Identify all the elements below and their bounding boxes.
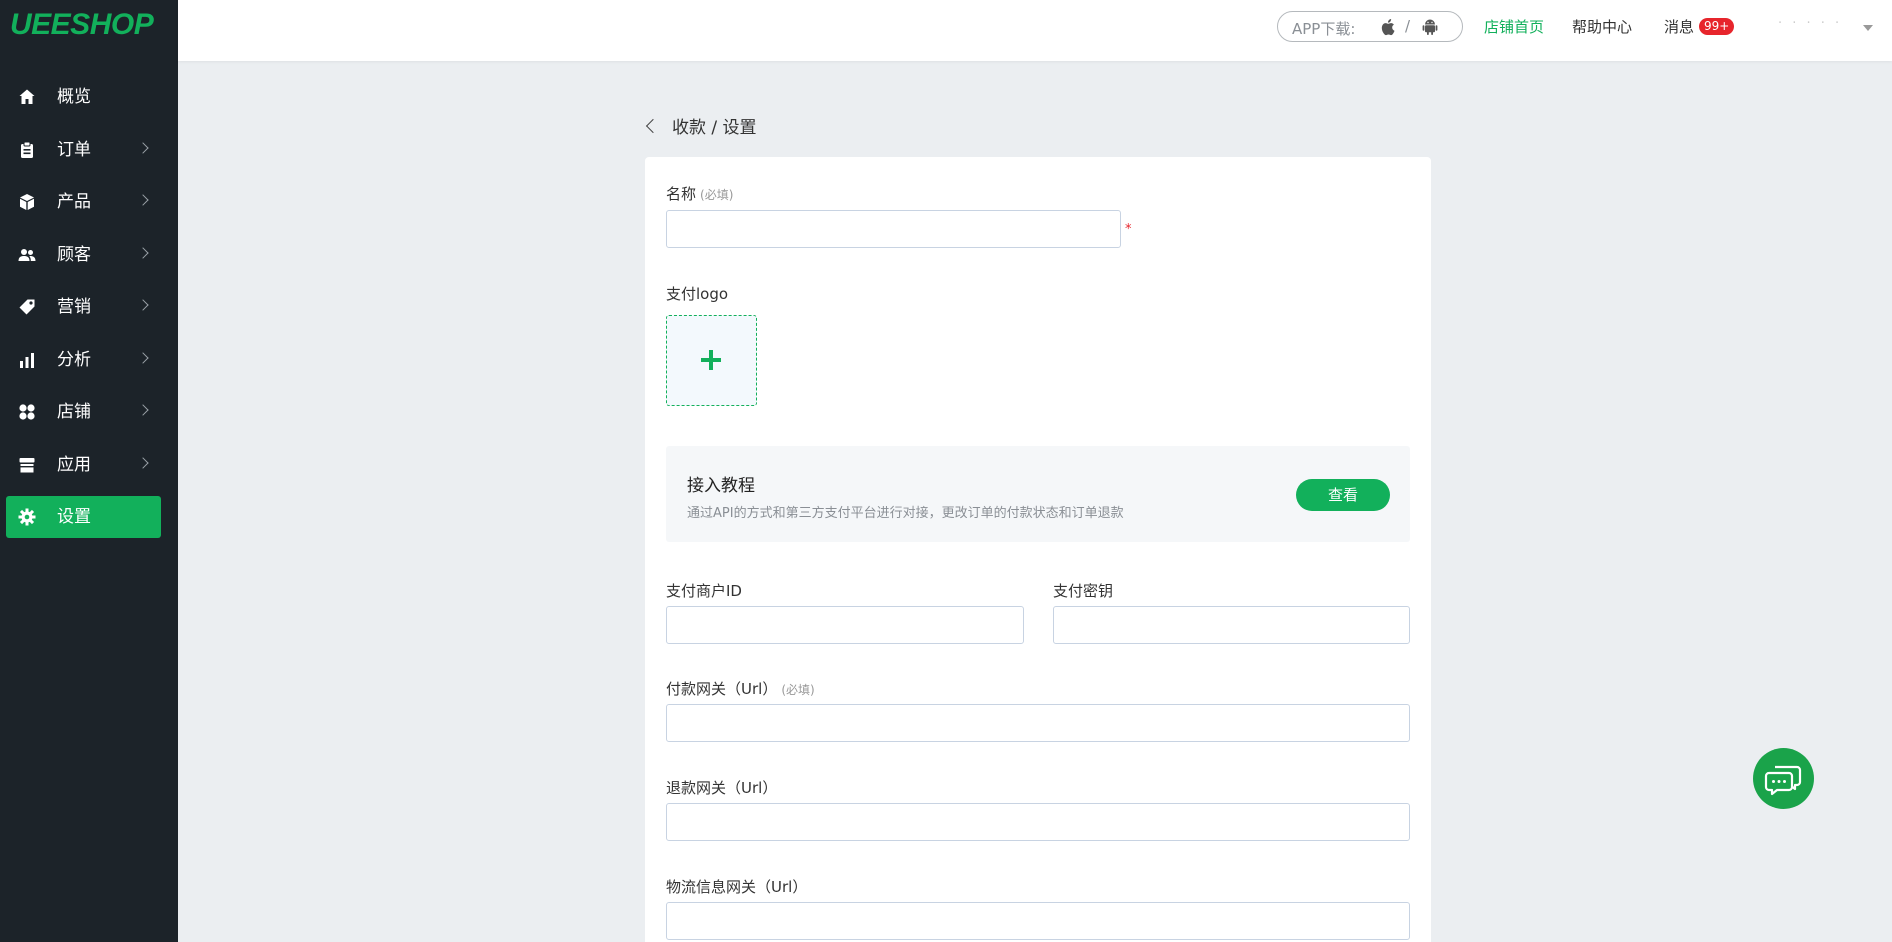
refund-gateway-input[interactable]	[666, 803, 1410, 841]
messages-link[interactable]: 消息	[1664, 16, 1694, 37]
chevron-right-icon	[137, 404, 149, 416]
sidebar-item-customers[interactable]: 顾客	[6, 234, 161, 276]
sidebar-item-label: 分析	[57, 349, 91, 370]
secret-key-input[interactable]	[1053, 606, 1410, 644]
sidebar-item-store[interactable]: 店铺	[6, 391, 161, 433]
merchant-id-input[interactable]	[666, 606, 1024, 644]
bar-chart-icon	[18, 351, 36, 369]
payment-gateway-input[interactable]	[666, 704, 1410, 742]
store-home-link[interactable]: 店铺首页	[1484, 16, 1544, 37]
name-label-text: 名称	[666, 185, 697, 203]
chevron-right-icon	[137, 246, 149, 259]
sidebar-item-marketing[interactable]: 营销	[6, 286, 161, 328]
required-hint: (必填)	[700, 188, 734, 202]
tutorial-title: 接入教程	[687, 476, 755, 496]
box-icon	[18, 193, 36, 211]
sidebar-item-label: 产品	[57, 192, 91, 212]
integration-tutorial-panel: 接入教程 通过API的方式和第三方支付平台进行对接，更改订单的付款状态和订单退款…	[666, 446, 1410, 542]
messages-badge: 99+	[1699, 18, 1735, 35]
refund-gateway-label: 退款网关（Url）	[666, 779, 778, 797]
caret-down-icon[interactable]	[1863, 25, 1873, 31]
sidebar-item-label: 概览	[57, 87, 91, 107]
breadcrumb: 收款 / 设置	[645, 113, 757, 138]
chevron-right-icon	[137, 351, 149, 364]
sidebar-item-label: 设置	[57, 507, 91, 527]
help-center-link[interactable]: 帮助中心	[1572, 16, 1632, 37]
sidebar-item-overview[interactable]: 概览	[6, 76, 161, 118]
app-download-label: APP下载:	[1292, 20, 1356, 38]
users-icon	[18, 246, 36, 264]
sidebar: UEESHOP 概览 订单 产品 顾客 营销 分析 店铺 应用 设置	[0, 0, 178, 942]
merchant-id-label: 支付商户ID	[666, 582, 742, 600]
payment-gateway-label: 付款网关（Url） (必填)	[666, 678, 815, 699]
payment-settings-card: 名称 (必填) * 支付logo 接入教程 通过API的方式和第三方支付平台进行对…	[645, 157, 1431, 942]
grid-icon	[18, 403, 36, 421]
chat-bubble-icon	[1764, 765, 1802, 796]
logo-upload-button[interactable]	[666, 315, 757, 406]
required-star: *	[1125, 222, 1132, 237]
clipboard-icon	[18, 141, 36, 159]
sidebar-item-apps[interactable]: 应用	[6, 444, 161, 486]
sidebar-item-label: 顾客	[57, 244, 91, 265]
chevron-right-icon	[137, 299, 149, 311]
logistics-gateway-input[interactable]	[666, 902, 1410, 940]
payment-gateway-label-text: 付款网关（Url）	[666, 680, 778, 698]
gear-icon	[18, 508, 36, 526]
name-label: 名称 (必填)	[666, 183, 733, 204]
sidebar-nav: 概览 订单 产品 顾客 营销 分析 店铺 应用 设置	[6, 76, 161, 549]
home-icon	[18, 88, 36, 106]
app-download-pill: APP下载: /	[1277, 11, 1463, 42]
chevron-right-icon	[137, 194, 149, 206]
tutorial-description: 通过API的方式和第三方支付平台进行对接，更改订单的付款状态和订单退款	[687, 506, 1124, 521]
sidebar-item-label: 订单	[57, 139, 91, 160]
apple-icon[interactable]	[1381, 18, 1397, 36]
view-tutorial-button[interactable]: 查看	[1296, 479, 1390, 511]
chevron-right-icon	[137, 456, 149, 469]
sidebar-item-products[interactable]: 产品	[6, 181, 161, 223]
separator-slash: /	[1405, 17, 1411, 35]
chevron-right-icon	[137, 141, 149, 154]
user-name[interactable]: · · · · ·	[1778, 16, 1842, 31]
logo-label: 支付logo	[666, 285, 729, 303]
sidebar-item-label: 应用	[57, 454, 91, 475]
sidebar-item-label: 店铺	[57, 402, 91, 422]
chat-support-button[interactable]	[1753, 748, 1814, 809]
ueeshop-logo[interactable]: UEESHOP	[10, 8, 154, 42]
store-icon	[18, 456, 36, 474]
android-icon[interactable]	[1422, 18, 1438, 36]
required-hint: (必填)	[781, 683, 815, 697]
sidebar-item-label: 营销	[57, 297, 91, 317]
sidebar-item-settings[interactable]: 设置	[6, 496, 161, 538]
breadcrumb-text: 收款 / 设置	[672, 118, 757, 138]
back-arrow-icon[interactable]	[645, 118, 661, 134]
top-header: APP下载: / 店铺首页 帮助中心 消息 99+ · · · · ·	[178, 0, 1892, 61]
tag-icon	[18, 298, 36, 316]
sidebar-item-analytics[interactable]: 分析	[6, 339, 161, 381]
logistics-gateway-label: 物流信息网关（Url）	[666, 878, 808, 896]
sidebar-item-orders[interactable]: 订单	[6, 129, 161, 171]
name-input[interactable]	[666, 210, 1121, 248]
secret-key-label: 支付密钥	[1053, 582, 1114, 600]
